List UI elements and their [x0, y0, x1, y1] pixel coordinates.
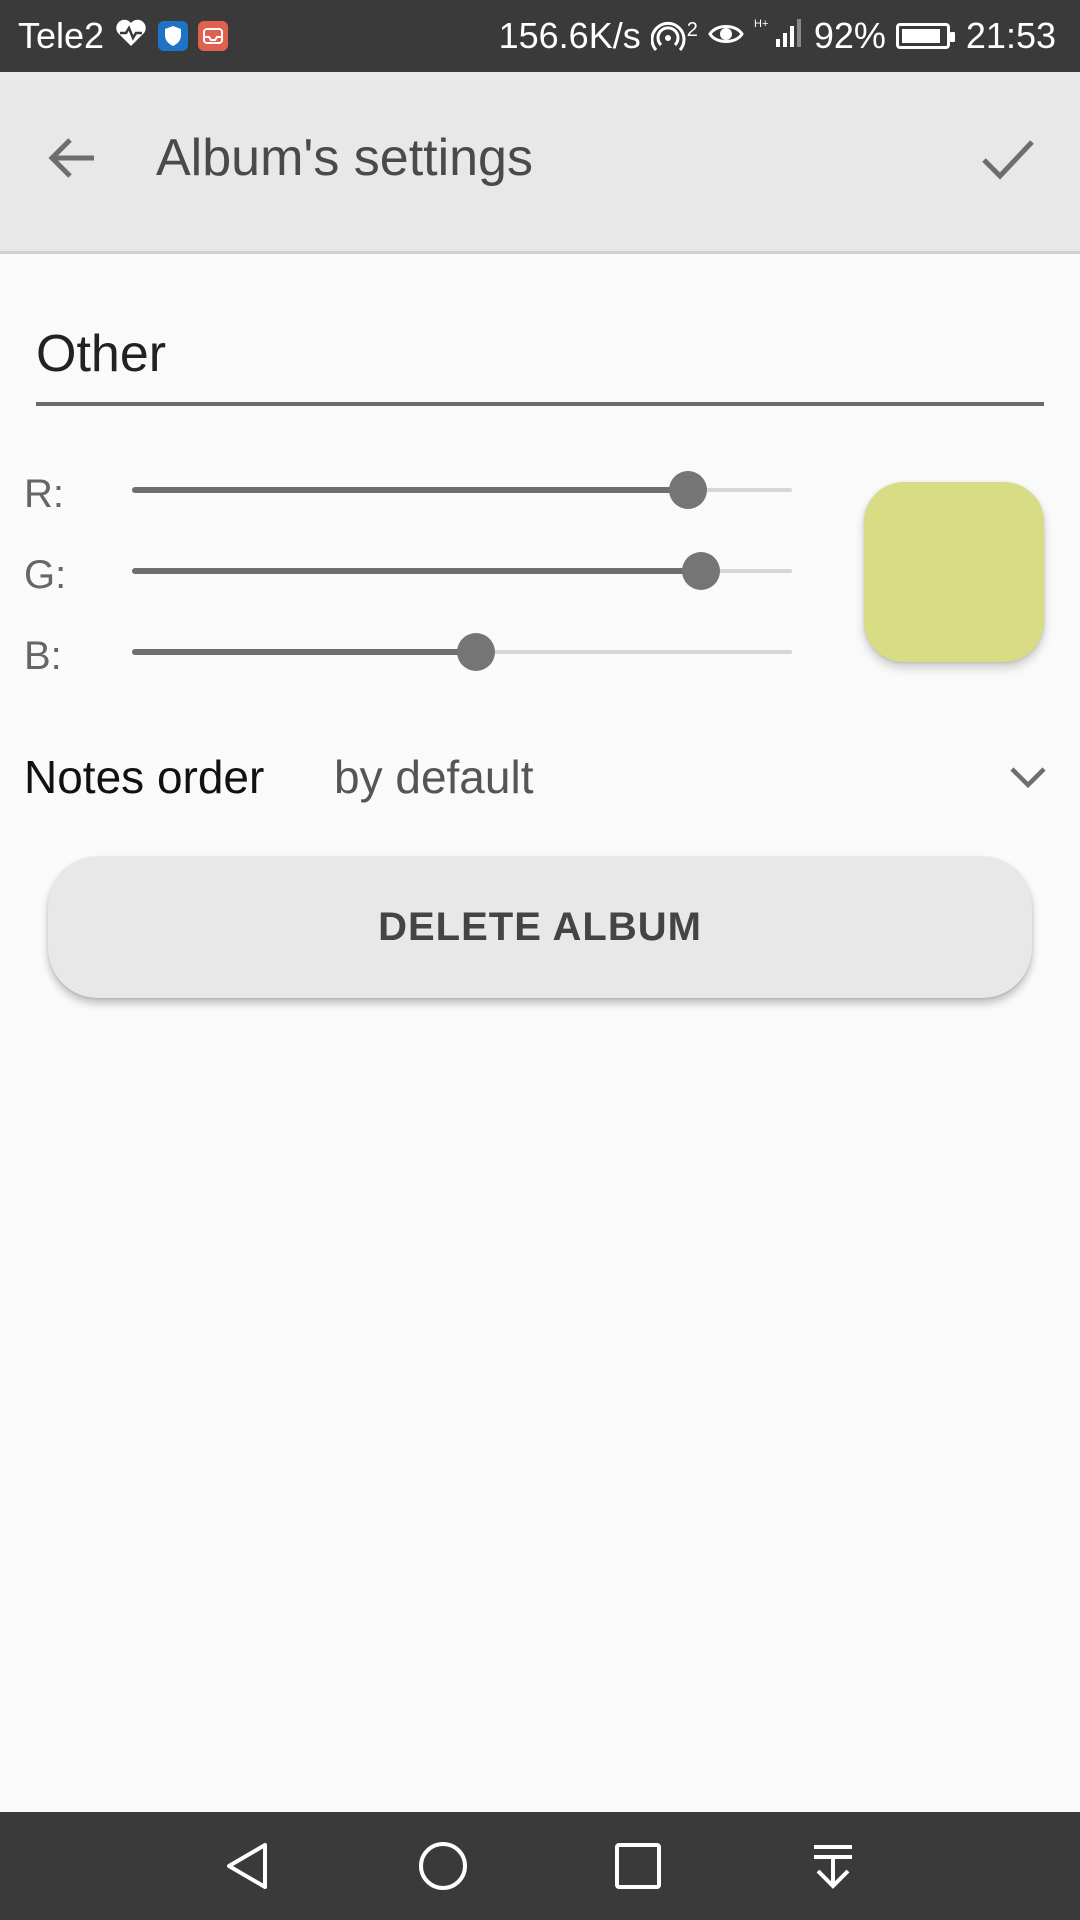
slider-fill — [132, 649, 477, 655]
app-bar: Album's settings — [0, 72, 1080, 254]
slider-fill — [132, 487, 689, 493]
nav-recents-button[interactable] — [598, 1826, 678, 1906]
notes-order-dropdown[interactable]: by default — [334, 730, 1060, 824]
clock: 21:53 — [965, 15, 1056, 56]
color-preview-swatch — [864, 482, 1044, 662]
battery-percent: 92% — [813, 15, 886, 56]
arrow-back-icon — [48, 138, 94, 178]
notes-order-value: by default — [334, 751, 534, 803]
slider-fill — [132, 568, 702, 574]
delete-album-button[interactable]: DELETE ALBUM — [48, 856, 1032, 998]
back-button[interactable] — [36, 122, 108, 194]
red-slider[interactable] — [132, 470, 792, 510]
green-label: G: — [24, 553, 67, 597]
check-icon — [982, 140, 1034, 180]
nav-notification-button[interactable] — [793, 1826, 873, 1906]
confirm-button[interactable] — [970, 120, 1046, 196]
system-nav-bar — [0, 1812, 1080, 1920]
nav-recents-icon — [614, 1843, 661, 1889]
slider-thumb[interactable] — [682, 552, 721, 590]
nav-home-button[interactable] — [403, 1826, 483, 1906]
slider-thumb[interactable] — [457, 633, 496, 671]
battery-fill — [901, 29, 941, 43]
status-bar-left: Tele2 — [18, 15, 229, 57]
nav-notification-icon — [813, 1845, 852, 1889]
slider-thumb[interactable] — [669, 471, 708, 509]
heart-pulse-icon — [114, 15, 148, 57]
battery-icon — [895, 23, 955, 49]
notes-order-label: Notes order — [24, 751, 265, 803]
svg-text:H+: H+ — [754, 18, 768, 30]
page-title: Album's settings — [156, 129, 533, 187]
nav-back-icon — [226, 1843, 267, 1889]
inbox-app-icon — [198, 21, 229, 51]
signal-icon: H+ — [754, 15, 804, 58]
shield-app-icon — [158, 21, 189, 51]
blue-label: B: — [24, 634, 62, 678]
eye-icon — [708, 15, 744, 57]
hotspot-icon: 2 — [650, 19, 698, 53]
network-speed: 156.6K/s — [498, 15, 641, 56]
nav-back-button[interactable] — [208, 1826, 288, 1906]
carrier-name: Tele2 — [18, 15, 105, 56]
status-bar: Tele2 156.6K/s 2 H+ 92% 21:53 — [0, 0, 1080, 72]
blue-slider[interactable] — [132, 632, 792, 672]
status-bar-right: 156.6K/s 2 H+ 92% 21:53 — [499, 15, 1056, 58]
hotspot-count: 2 — [686, 19, 698, 41]
chevron-down-icon — [1010, 767, 1046, 789]
red-label: R: — [24, 472, 64, 516]
nav-home-icon — [418, 1842, 467, 1890]
album-name-input[interactable] — [36, 320, 1044, 406]
green-slider[interactable] — [132, 551, 792, 591]
